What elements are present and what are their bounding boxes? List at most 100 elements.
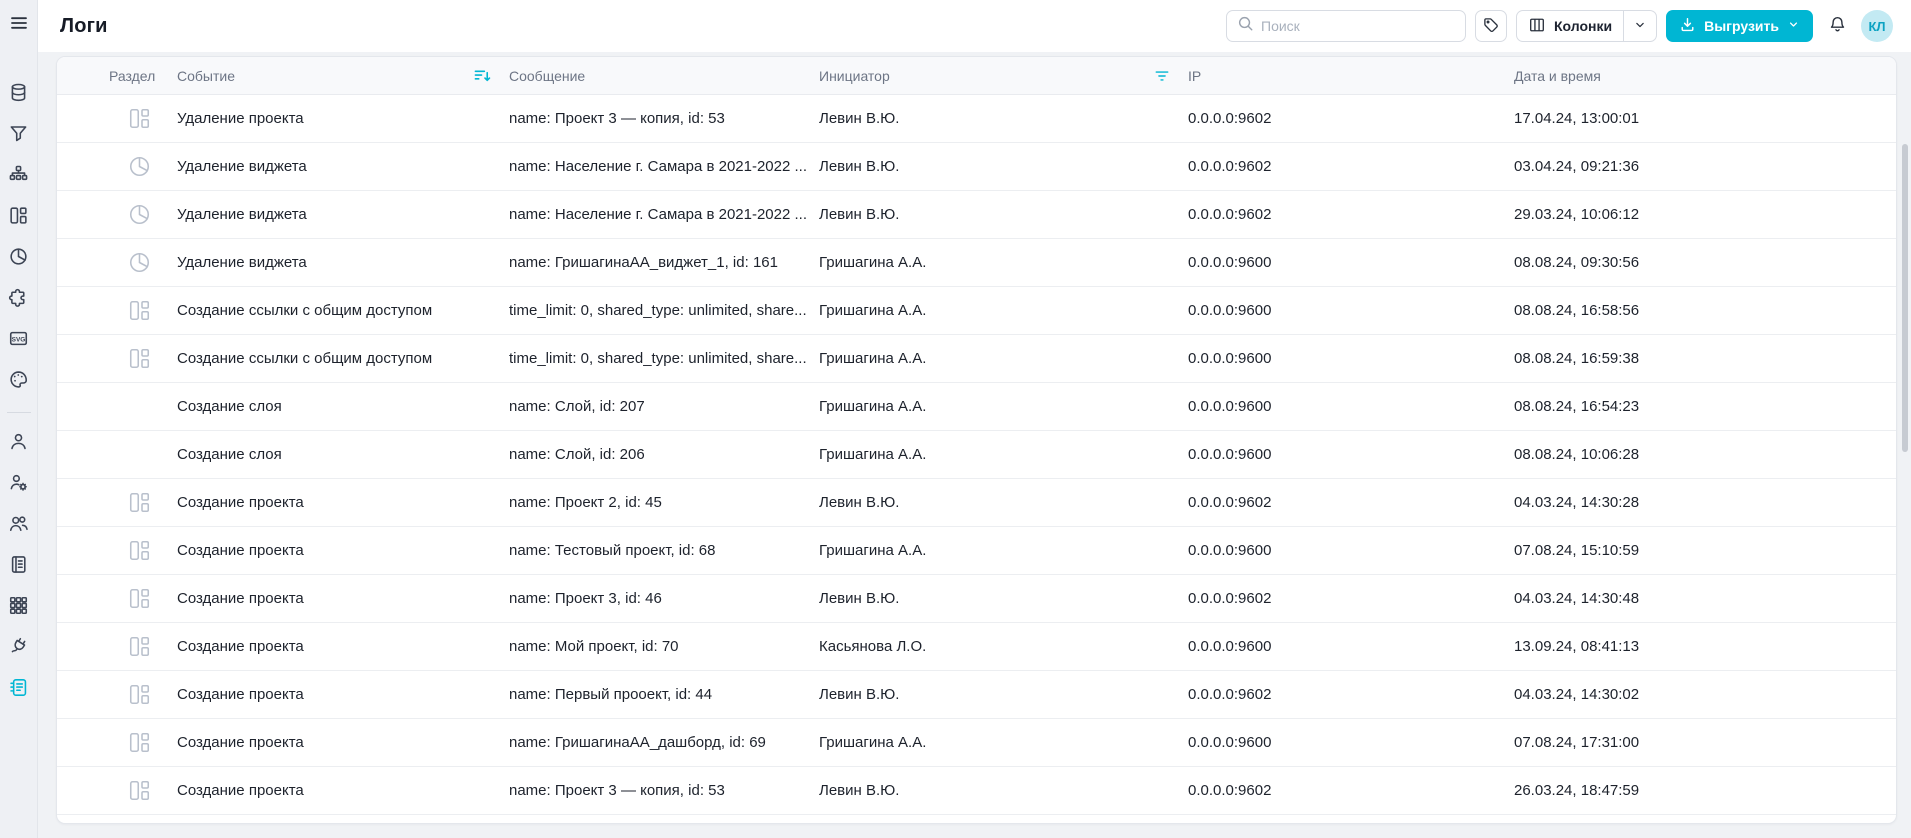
sidebar-item-database[interactable]: [0, 74, 38, 115]
page-title: Логи: [60, 14, 108, 37]
avatar[interactable]: КЛ: [1861, 10, 1893, 42]
message-cell: time_limit: 0, shared_type: unlimited, s…: [509, 350, 807, 367]
search-input[interactable]: [1261, 18, 1456, 34]
dashboard-icon: [127, 538, 152, 563]
export-label: Выгрузить: [1704, 18, 1779, 34]
sidebar-item-themes[interactable]: [0, 361, 38, 402]
filter-lines-icon[interactable]: [1154, 69, 1170, 83]
dashboard-icon: [127, 106, 152, 131]
table-row[interactable]: Создание проекта name: Проект 3 — копия, …: [57, 767, 1896, 815]
initiator-cell: Левин В.Ю.: [819, 686, 900, 703]
table-row[interactable]: Удаление виджета name: Население г. Самар…: [57, 191, 1896, 239]
search-box[interactable]: [1226, 10, 1467, 42]
header-message[interactable]: Сообщение: [509, 68, 819, 84]
pie-chart-icon: [8, 246, 29, 272]
ip-cell: 0.0.0.0:9602: [1188, 686, 1272, 703]
dashboard-icon: [127, 586, 152, 611]
sidebar-item-logs[interactable]: [0, 669, 38, 710]
initiator-cell: Гришагина А.А.: [819, 350, 927, 367]
sidebar-item-user-settings[interactable]: [0, 464, 38, 505]
section-cell: [109, 106, 177, 131]
section-cell: [109, 586, 177, 611]
header-section[interactable]: Раздел: [109, 68, 177, 84]
sidebar-item-filters[interactable]: [0, 115, 38, 156]
table-row[interactable]: Удаление проекта name: Проект 3 — копия, …: [57, 95, 1896, 143]
datetime-cell: 08.08.24, 10:06:28: [1514, 446, 1640, 463]
vertical-scrollbar-thumb[interactable]: [1902, 144, 1908, 452]
notifications-button[interactable]: [1822, 10, 1852, 42]
message-cell: name: Проект 3 — копия, id: 53: [509, 782, 725, 799]
event-cell: Удаление виджета: [177, 206, 307, 223]
topbar-actions: Колонки Выгрузить: [1226, 10, 1893, 42]
columns-dropdown-button[interactable]: [1623, 11, 1656, 41]
table-body: Удаление проекта name: Проект 3 — копия, …: [57, 95, 1896, 815]
section-cell: [109, 730, 177, 755]
datetime-cell: 08.08.24, 16:54:23: [1514, 398, 1640, 415]
message-cell: time_limit: 0, shared_type: unlimited, s…: [509, 302, 807, 319]
event-cell: Создание проекта: [177, 494, 304, 511]
initiator-cell: Гришагина А.А.: [819, 254, 927, 271]
export-button[interactable]: Выгрузить: [1666, 10, 1813, 42]
initiator-cell: Касьянова Л.О.: [819, 638, 927, 655]
message-cell: name: Слой, id: 206: [509, 446, 645, 463]
table-row[interactable]: Создание проекта name: ГришагинаАА_дашбор…: [57, 719, 1896, 767]
table-row[interactable]: Создание проекта name: Первый прооект, id…: [57, 671, 1896, 719]
table-row[interactable]: Создание проекта name: Проект 3, id: 46 Ле…: [57, 575, 1896, 623]
user-settings-icon: [8, 472, 29, 498]
ip-cell: 0.0.0.0:9600: [1188, 638, 1272, 655]
section-cell: [109, 538, 177, 563]
table-row[interactable]: Создание слоя name: Слой, id: 207 Гришагин…: [57, 383, 1896, 431]
table-row[interactable]: Создание слоя name: Слой, id: 206 Гришагин…: [57, 431, 1896, 479]
sidebar-item-hierarchy[interactable]: [0, 156, 38, 197]
grid-icon: [8, 595, 29, 621]
dashboard-icon: [8, 205, 29, 231]
ip-cell: 0.0.0.0:9600: [1188, 734, 1272, 751]
header-event[interactable]: Событие: [177, 68, 509, 84]
ip-cell: 0.0.0.0:9602: [1188, 110, 1272, 127]
header-initiator[interactable]: Инициатор: [819, 68, 1188, 84]
table-row[interactable]: Создание проекта name: Мой проект, id: 70…: [57, 623, 1896, 671]
header-ip[interactable]: IP: [1188, 68, 1514, 84]
message-cell: name: Мой проект, id: 70: [509, 638, 679, 655]
section-cell: [109, 490, 177, 515]
table-row[interactable]: Создание ссылки с общим доступом time_lim…: [57, 287, 1896, 335]
table-row[interactable]: Создание проекта name: Тестовый проект, i…: [57, 527, 1896, 575]
sidebar-item-apps[interactable]: [0, 587, 38, 628]
users-icon: [8, 513, 29, 539]
datetime-cell: 13.09.24, 08:41:13: [1514, 638, 1640, 655]
ip-cell: 0.0.0.0:9602: [1188, 782, 1272, 799]
columns-button[interactable]: Колонки: [1517, 11, 1623, 41]
table-row[interactable]: Создание ссылки с общим доступом time_lim…: [57, 335, 1896, 383]
content-area: Раздел Событие Сообщение Инициатор IP Да…: [38, 52, 1911, 838]
sidebar-item-svg[interactable]: SVG: [0, 320, 38, 361]
datetime-cell: 26.03.24, 18:47:59: [1514, 782, 1640, 799]
event-cell: Создание проекта: [177, 734, 304, 751]
table-row[interactable]: Удаление виджета name: Население г. Самар…: [57, 143, 1896, 191]
sort-descending-icon[interactable]: [474, 68, 491, 84]
sidebar-item-integrations[interactable]: [0, 628, 38, 669]
datetime-cell: 04.03.24, 14:30:28: [1514, 494, 1640, 511]
dashboard-icon: [127, 778, 152, 803]
sidebar-item-dashboards[interactable]: [0, 197, 38, 238]
section-cell: [109, 346, 177, 371]
sidebar: SVG: [0, 0, 38, 838]
table-header: Раздел Событие Сообщение Инициатор IP Да…: [57, 57, 1896, 95]
header-datetime[interactable]: Дата и время: [1514, 68, 1896, 84]
sidebar-item-widgets[interactable]: [0, 238, 38, 279]
tags-button[interactable]: [1475, 10, 1508, 42]
table-row[interactable]: Удаление виджета name: ГришагинаАА_виджет…: [57, 239, 1896, 287]
message-cell: name: Проект 2, id: 45: [509, 494, 662, 511]
ip-cell: 0.0.0.0:9600: [1188, 254, 1272, 271]
dashboard-icon: [127, 346, 152, 371]
sidebar-item-profile[interactable]: [0, 423, 38, 464]
sidebar-item-journal[interactable]: [0, 546, 38, 587]
table-row[interactable]: Создание проекта name: Проект 2, id: 45 Ле…: [57, 479, 1896, 527]
topbar: Логи Поиск Колонки Выгрузить КЛ: [38, 0, 1911, 52]
pie-chart-icon: [127, 154, 152, 179]
database-icon: [8, 82, 29, 108]
message-cell: name: Население г. Самара в 2021-2022 ..…: [509, 206, 808, 223]
dashboard-icon: [127, 682, 152, 707]
sidebar-item-plugins[interactable]: [0, 279, 38, 320]
sidebar-item-users[interactable]: [0, 505, 38, 546]
menu-toggle-button[interactable]: [9, 13, 29, 38]
